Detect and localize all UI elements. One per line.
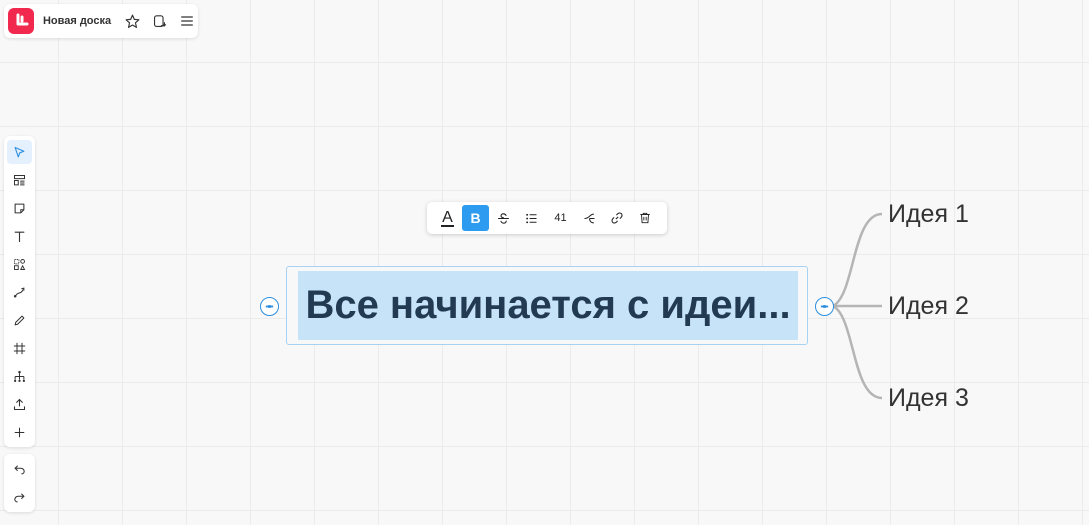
bold-label: B (470, 210, 481, 226)
mindmap-child-node[interactable]: Идея 2 (888, 292, 969, 321)
collapse-right-icon (820, 305, 829, 308)
font-size-button[interactable]: 41 (547, 205, 574, 231)
delete-icon[interactable] (631, 205, 658, 231)
branch-style-icon[interactable] (576, 205, 603, 231)
mindmap-branches (832, 212, 883, 400)
mindmap-root-text[interactable]: Все начинается с идеи... (298, 271, 798, 340)
mindmap-root-node[interactable]: Все начинается с идеи... (286, 266, 808, 345)
collapse-left-icon (265, 305, 274, 308)
text-format-toolbar: A B 41 (427, 202, 667, 234)
branch-3 (832, 304, 883, 400)
strikethrough-icon[interactable] (490, 205, 517, 231)
text-color-label: A (441, 208, 454, 227)
collapse-right-handle[interactable] (815, 297, 834, 316)
bold-button[interactable]: B (462, 205, 489, 231)
branch-1 (832, 212, 883, 308)
mindmap-child-node[interactable]: Идея 1 (888, 200, 969, 229)
collapse-left-handle[interactable] (260, 297, 279, 316)
mindmap-child-node[interactable]: Идея 3 (888, 384, 969, 413)
font-size-value: 41 (554, 212, 567, 224)
link-icon[interactable] (603, 205, 630, 231)
bullet-list-icon[interactable] (518, 205, 545, 231)
text-color-button[interactable]: A (434, 205, 461, 231)
